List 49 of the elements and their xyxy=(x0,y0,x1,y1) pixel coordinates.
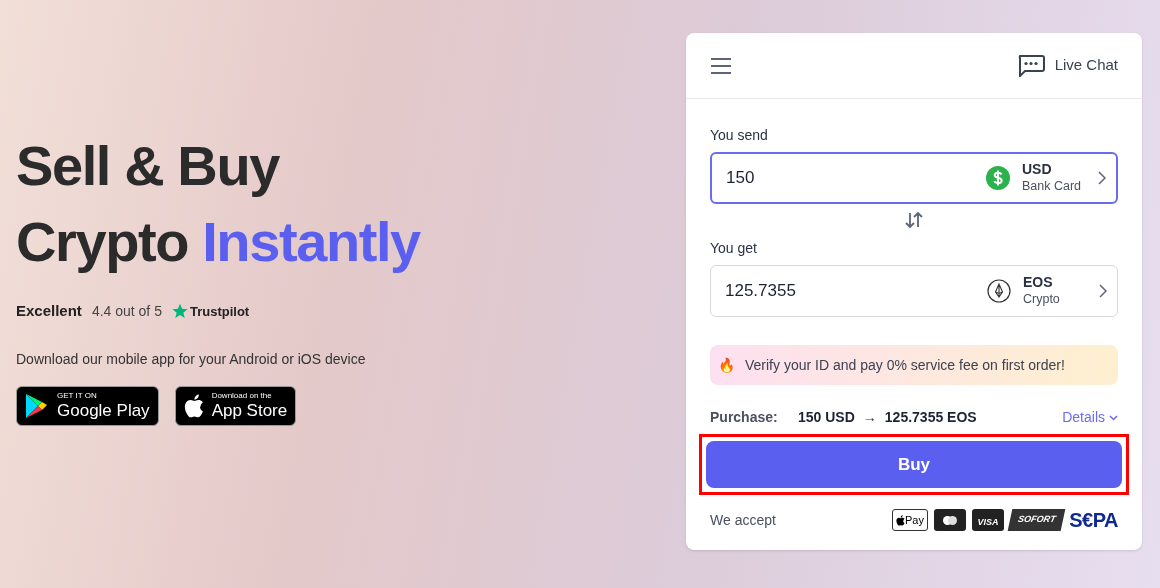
swap-button[interactable] xyxy=(904,210,924,230)
currency-selector[interactable]: EOS Crypto xyxy=(987,274,1107,308)
live-chat-button[interactable]: Live Chat xyxy=(1016,54,1118,77)
arrow-icon: → xyxy=(862,407,877,428)
details-link[interactable]: Details xyxy=(1062,407,1118,428)
amount-field[interactable]: 125.7355 EOS Crypto xyxy=(710,265,1118,317)
buy-button[interactable]: Buy xyxy=(706,441,1122,488)
chevron-down-icon xyxy=(1109,414,1118,421)
sofort-logo: SOFORT xyxy=(1007,509,1066,531)
amount-field[interactable]: 150 USD Bank Card xyxy=(710,152,1118,204)
dollar-icon xyxy=(986,166,1010,190)
fire-icon: 🔥 xyxy=(718,354,735,376)
currency-code: USD xyxy=(1022,161,1053,179)
badge-title: App Store xyxy=(211,402,288,419)
badge-title: Google Play xyxy=(57,402,150,419)
purchase-label: Purchase: xyxy=(710,408,779,427)
menu-icon xyxy=(710,57,732,74)
play-icon xyxy=(25,392,49,419)
headline: Crypto Instantly xyxy=(16,209,422,275)
mastercard-logo xyxy=(933,509,966,531)
chat-icon xyxy=(1016,54,1045,77)
app-prompt: Download our mobile app for your Android or iOS device xyxy=(16,349,367,369)
chevron-right-icon xyxy=(1098,171,1106,185)
currency-code: EOS xyxy=(1023,274,1054,292)
headline: Sell & Buy xyxy=(16,133,281,199)
menu-button[interactable] xyxy=(710,57,732,74)
promo-text: Verify your ID and pay 0% service fee on first order! xyxy=(745,355,1065,375)
purchase-amount: 125.7355 EOS xyxy=(884,408,978,427)
accept-label: We accept xyxy=(710,510,777,530)
trustpilot-logo[interactable]: Trustpilot xyxy=(171,301,250,321)
google-play-badge[interactable]: GET IT ON Google Play xyxy=(16,385,159,426)
badge-caption: GET IT ON xyxy=(57,392,98,400)
rating-label: Excellent xyxy=(16,301,82,321)
payment-method: Bank Card xyxy=(1022,178,1083,195)
payment-method: Crypto xyxy=(1023,291,1061,308)
currency-selector[interactable]: USD Bank Card xyxy=(986,161,1106,195)
apple-icon xyxy=(183,393,204,418)
visa-logo: VISA xyxy=(971,509,1004,531)
badge-caption: Download on the xyxy=(211,392,273,400)
chevron-right-icon xyxy=(1099,284,1107,298)
field-label: You get xyxy=(710,239,758,258)
eos-logo-icon xyxy=(987,279,1011,303)
rating-score: 4.4 out of 5 xyxy=(91,301,162,321)
sepa-logo: S€PA xyxy=(1069,508,1118,533)
apple-pay-logo: Pay xyxy=(891,509,928,531)
purchase-amount: 150 USD xyxy=(798,408,855,427)
swap-arrows-icon xyxy=(904,211,924,229)
field-label: You send xyxy=(710,126,769,145)
app-store-badge[interactable]: Download on the App Store xyxy=(174,385,297,426)
